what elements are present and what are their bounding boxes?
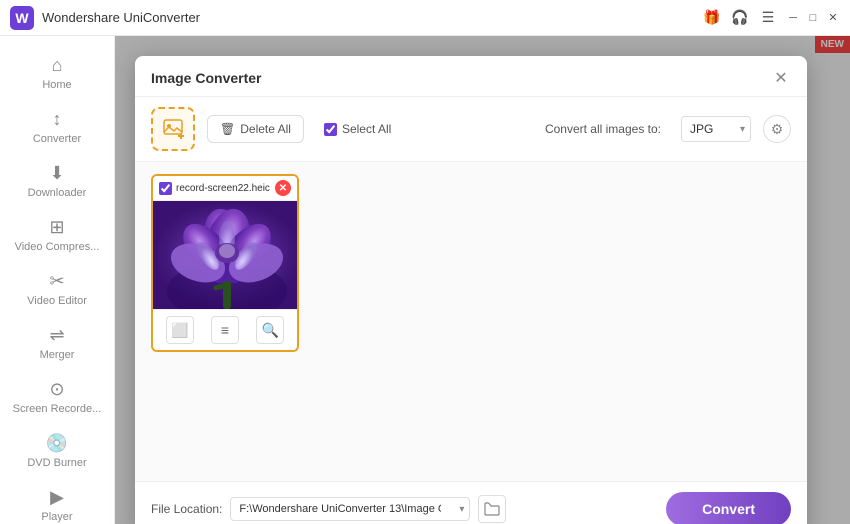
add-image-icon bbox=[162, 118, 184, 140]
title-bar: W Wondershare UniConverter 🎁 🎧 ☰ ─ □ ✕ bbox=[0, 0, 850, 36]
file-card: record-screen22.heic ✕ bbox=[151, 174, 299, 352]
merger-icon: ⇌ bbox=[49, 325, 64, 346]
sidebar-item-video-compress[interactable]: ⊞ Video Compres... bbox=[6, 209, 108, 261]
format-select-wrapper: JPG PNG BMP GIF WEBP bbox=[681, 116, 751, 142]
sidebar-item-downloader[interactable]: ⬇ Downloader bbox=[6, 155, 108, 207]
file-name: record-screen22.heic bbox=[176, 183, 271, 194]
crop-button[interactable]: ⬜ bbox=[166, 316, 194, 344]
app-title: Wondershare UniConverter bbox=[42, 10, 702, 25]
dialog-footer: File Location: F:\Wondershare UniConvert… bbox=[135, 481, 807, 524]
file-card-toolbar: ⬜ ≡ 🔍 bbox=[153, 309, 297, 350]
sidebar-item-player[interactable]: ▶ Player bbox=[6, 479, 108, 524]
path-select-wrapper: F:\Wondershare UniConverter 13\Image Out… bbox=[230, 497, 470, 521]
select-all-label: Select All bbox=[342, 122, 391, 136]
sidebar-label-video-compress: Video Compres... bbox=[15, 241, 100, 253]
gift-icon[interactable]: 🎁 bbox=[702, 8, 722, 28]
folder-icon bbox=[484, 502, 500, 516]
path-select[interactable]: F:\Wondershare UniConverter 13\Image Out… bbox=[230, 497, 470, 521]
dialog-header: Image Converter ✕ bbox=[135, 56, 807, 97]
maximize-button[interactable]: □ bbox=[806, 11, 820, 25]
close-button[interactable]: ✕ bbox=[826, 11, 840, 25]
home-icon: ⌂ bbox=[52, 55, 63, 76]
file-checkbox[interactable] bbox=[159, 182, 172, 195]
convert-button[interactable]: Convert bbox=[666, 492, 791, 524]
player-icon: ▶ bbox=[50, 487, 64, 508]
sidebar-label-player: Player bbox=[41, 511, 72, 523]
window-controls: ─ □ ✕ bbox=[786, 11, 840, 25]
svg-text:W: W bbox=[15, 10, 29, 26]
sidebar-label-screen-recorder: Screen Recorde... bbox=[13, 403, 102, 415]
info-button[interactable]: ≡ bbox=[211, 316, 239, 344]
select-all-checkbox[interactable] bbox=[324, 123, 337, 136]
image-converter-dialog: Image Converter ✕ bbox=[135, 56, 807, 524]
convert-all-label: Convert all images to: bbox=[545, 122, 661, 136]
converter-icon: ↕ bbox=[53, 109, 62, 130]
add-files-button[interactable] bbox=[151, 107, 195, 151]
minimize-button[interactable]: ─ bbox=[786, 11, 800, 25]
sidebar-label-merger: Merger bbox=[40, 349, 75, 361]
format-settings-button[interactable]: ⚙ bbox=[763, 115, 791, 143]
iris-image bbox=[153, 201, 299, 309]
sidebar-label-downloader: Downloader bbox=[28, 187, 87, 199]
browse-folder-button[interactable] bbox=[478, 495, 506, 523]
downloader-icon: ⬇ bbox=[49, 163, 64, 184]
sidebar-item-dvd-burner[interactable]: 💿 DVD Burner bbox=[6, 425, 108, 477]
sidebar-label-video-editor: Video Editor bbox=[27, 295, 87, 307]
file-area: record-screen22.heic ✕ bbox=[135, 162, 807, 481]
main-content: NEW Image Converter ✕ bbox=[115, 36, 850, 524]
sidebar-label-dvd-burner: DVD Burner bbox=[27, 457, 86, 469]
sidebar-label-converter: Converter bbox=[33, 133, 81, 145]
preview-button[interactable]: 🔍 bbox=[256, 316, 284, 344]
video-editor-icon: ✂ bbox=[49, 271, 64, 292]
sidebar-item-converter[interactable]: ↕ Converter bbox=[6, 101, 108, 153]
dialog-title: Image Converter bbox=[151, 70, 261, 86]
file-thumbnail bbox=[153, 201, 299, 309]
file-location-label: File Location: bbox=[151, 502, 222, 516]
dialog-toolbar: 🗑 Delete All Select All Convert all imag… bbox=[135, 97, 807, 162]
delete-all-label: Delete All bbox=[240, 122, 291, 136]
sidebar-item-merger[interactable]: ⇌ Merger bbox=[6, 317, 108, 369]
headphones-icon[interactable]: 🎧 bbox=[730, 8, 750, 28]
app-logo: W bbox=[10, 6, 34, 30]
trash-icon: 🗑 bbox=[220, 122, 235, 136]
modal-overlay: Image Converter ✕ bbox=[115, 36, 850, 524]
sidebar-item-home[interactable]: ⌂ Home bbox=[6, 47, 108, 99]
screen-recorder-icon: ⊙ bbox=[49, 379, 64, 400]
video-compress-icon: ⊞ bbox=[49, 217, 64, 238]
delete-all-button[interactable]: 🗑 Delete All bbox=[207, 115, 304, 143]
sidebar: ⌂ Home ↕ Converter ⬇ Downloader ⊞ Video … bbox=[0, 36, 115, 524]
file-card-header: record-screen22.heic ✕ bbox=[153, 176, 297, 201]
format-select[interactable]: JPG PNG BMP GIF WEBP bbox=[681, 116, 751, 142]
sidebar-item-video-editor[interactable]: ✂ Video Editor bbox=[6, 263, 108, 315]
file-remove-button[interactable]: ✕ bbox=[275, 180, 291, 196]
app-window: W Wondershare UniConverter 🎁 🎧 ☰ ─ □ ✕ ⌂… bbox=[0, 0, 850, 524]
titlebar-icons: 🎁 🎧 ☰ bbox=[702, 8, 778, 28]
select-all-button[interactable]: Select All bbox=[316, 116, 399, 142]
sidebar-label-home: Home bbox=[42, 79, 71, 91]
sidebar-item-screen-recorder[interactable]: ⊙ Screen Recorde... bbox=[6, 371, 108, 423]
dvd-burner-icon: 💿 bbox=[46, 433, 68, 454]
dialog-close-button[interactable]: ✕ bbox=[771, 68, 791, 88]
menu-icon[interactable]: ☰ bbox=[758, 8, 778, 28]
app-body: ⌂ Home ↕ Converter ⬇ Downloader ⊞ Video … bbox=[0, 36, 850, 524]
